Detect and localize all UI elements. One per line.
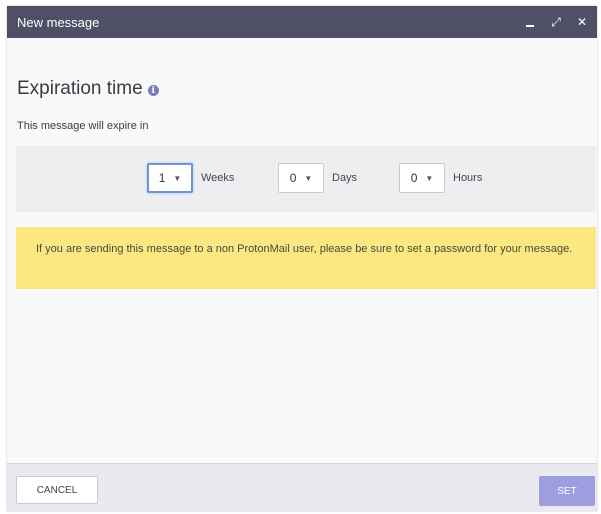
- hours-label: Hours: [453, 172, 483, 184]
- info-icon[interactable]: i: [147, 85, 159, 96]
- weeks-select[interactable]: 1 ▼: [147, 163, 193, 193]
- expand-button[interactable]: ⤢: [547, 12, 565, 32]
- weeks-label: Weeks: [201, 172, 235, 184]
- notice-text: If you are sending this message to a non…: [36, 243, 573, 255]
- close-icon: ✕: [576, 15, 588, 29]
- expiration-heading: Expiration time i: [17, 78, 159, 100]
- minimize-icon: [526, 25, 534, 27]
- chevron-down-icon: ▼: [304, 174, 313, 183]
- days-select[interactable]: 0 ▼: [278, 163, 324, 193]
- minimize-button[interactable]: [521, 12, 539, 32]
- window-title: New message: [17, 15, 100, 30]
- composer-titlebar: New message ⤢ ✕: [7, 6, 597, 38]
- composer-window: New message ⤢ ✕ Expiration time i This m…: [7, 6, 597, 511]
- set-button[interactable]: SET: [539, 476, 595, 506]
- hours-value: 0: [410, 171, 418, 185]
- heading-text: Expiration time: [17, 78, 143, 99]
- password-notice: If you are sending this message to a non…: [16, 227, 596, 289]
- days-value: 0: [289, 171, 297, 185]
- window-controls: ⤢ ✕: [521, 12, 591, 32]
- composer-footer: CANCEL SET: [7, 463, 597, 511]
- expiration-selector-panel: 1 ▼ Weeks 0 ▼ Days 0 ▼ Hours: [16, 146, 596, 212]
- hours-field: 0 ▼ Hours: [399, 163, 482, 193]
- weeks-field: 1 ▼ Weeks: [147, 163, 234, 193]
- close-button[interactable]: ✕: [573, 12, 591, 32]
- weeks-value: 1: [158, 171, 166, 185]
- days-label: Days: [332, 172, 358, 184]
- days-field: 0 ▼ Days: [278, 163, 357, 193]
- cancel-button[interactable]: CANCEL: [16, 476, 98, 504]
- chevron-down-icon: ▼: [173, 174, 182, 183]
- expiration-subtext: This message will expire in: [17, 120, 149, 132]
- expand-icon: ⤢: [551, 14, 561, 29]
- hours-select[interactable]: 0 ▼: [399, 163, 445, 193]
- chevron-down-icon: ▼: [425, 174, 434, 183]
